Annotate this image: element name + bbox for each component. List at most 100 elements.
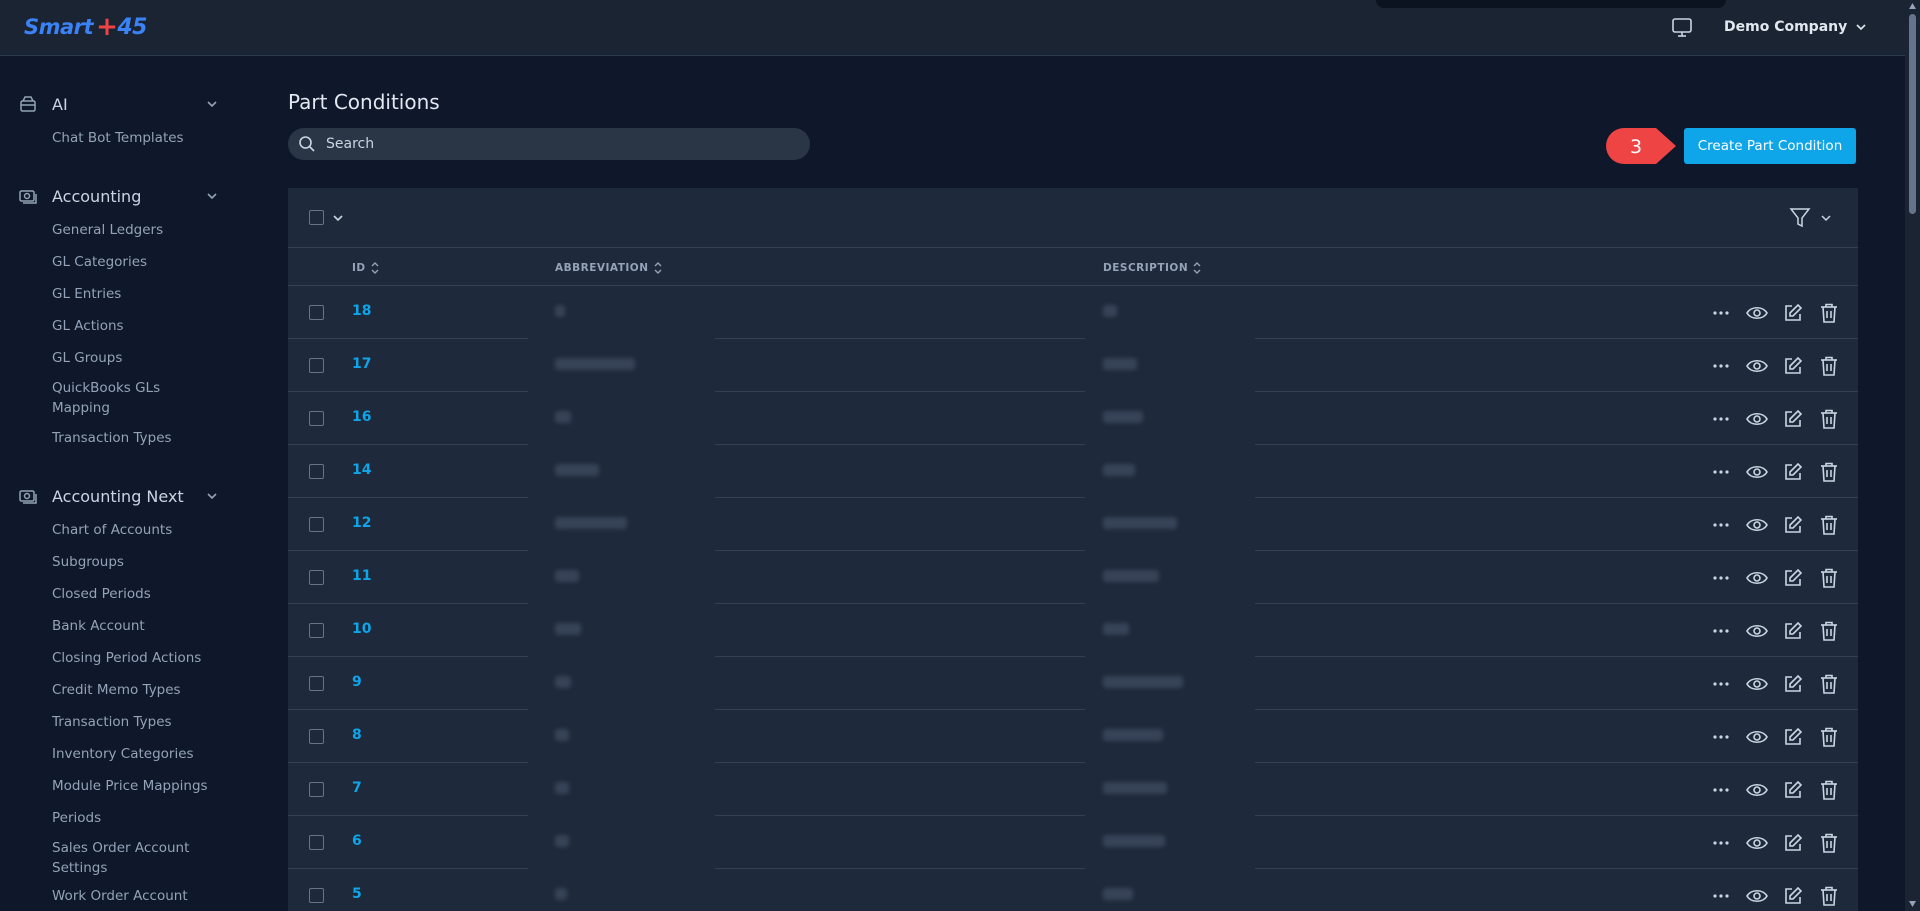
select-all-checkbox[interactable] xyxy=(309,210,324,225)
view-button[interactable] xyxy=(1744,406,1770,432)
row-id-link[interactable]: 7 xyxy=(352,780,362,796)
delete-button[interactable] xyxy=(1816,459,1842,485)
sidebar-item-work-order-account[interactable]: Work Order Account xyxy=(52,886,222,906)
sidebar-section-ai[interactable]: AI xyxy=(18,94,218,114)
more-actions-button[interactable] xyxy=(1708,618,1734,644)
search-input[interactable] xyxy=(326,136,786,152)
view-button[interactable] xyxy=(1744,565,1770,591)
sidebar-item-sales-order-account-settings[interactable]: Sales Order Account Settings xyxy=(52,838,192,878)
row-id-link[interactable]: 14 xyxy=(352,462,371,478)
sidebar-item-gl-groups[interactable]: GL Groups xyxy=(52,348,212,368)
sidebar-item-quickbooks-gls-mapping[interactable]: QuickBooks GLs Mapping xyxy=(52,378,172,418)
row-id-link[interactable]: 16 xyxy=(352,409,371,425)
edit-button[interactable] xyxy=(1780,830,1806,856)
row-id-link[interactable]: 10 xyxy=(352,621,371,637)
edit-button[interactable] xyxy=(1780,565,1806,591)
sidebar-section-accounting-next[interactable]: Accounting Next xyxy=(18,486,218,506)
sidebar-item-chart-of-accounts[interactable]: Chart of Accounts xyxy=(52,520,212,540)
search-box[interactable] xyxy=(288,128,810,160)
row-checkbox[interactable] xyxy=(309,729,324,744)
row-id-link[interactable]: 17 xyxy=(352,356,371,372)
more-actions-button[interactable] xyxy=(1708,353,1734,379)
create-part-condition-button[interactable]: Create Part Condition xyxy=(1684,128,1856,164)
scroll-down-icon[interactable] xyxy=(1908,900,1917,908)
sidebar-item-gl-entries[interactable]: GL Entries xyxy=(52,284,212,304)
delete-button[interactable] xyxy=(1816,724,1842,750)
row-checkbox[interactable] xyxy=(309,570,324,585)
delete-button[interactable] xyxy=(1816,830,1842,856)
delete-button[interactable] xyxy=(1816,353,1842,379)
row-id-link[interactable]: 5 xyxy=(352,886,362,902)
row-id-link[interactable]: 18 xyxy=(352,303,371,319)
edit-button[interactable] xyxy=(1780,883,1806,909)
more-actions-button[interactable] xyxy=(1708,512,1734,538)
sidebar-item-bank-account[interactable]: Bank Account xyxy=(52,616,212,636)
edit-button[interactable] xyxy=(1780,724,1806,750)
edit-button[interactable] xyxy=(1780,777,1806,803)
sidebar-item-periods[interactable]: Periods xyxy=(52,808,212,828)
view-button[interactable] xyxy=(1744,300,1770,326)
view-button[interactable] xyxy=(1744,830,1770,856)
sidebar-item-transaction-types-next[interactable]: Transaction Types xyxy=(52,712,212,732)
column-header-id[interactable]: ID xyxy=(352,261,380,275)
sidebar-item-transaction-types[interactable]: Transaction Types xyxy=(52,428,212,448)
sidebar-item-general-ledgers[interactable]: General Ledgers xyxy=(52,220,212,240)
row-checkbox[interactable] xyxy=(309,358,324,373)
delete-button[interactable] xyxy=(1816,883,1842,909)
edit-button[interactable] xyxy=(1780,618,1806,644)
row-id-link[interactable]: 9 xyxy=(352,674,362,690)
app-logo[interactable]: Smart +45 xyxy=(24,12,147,42)
scrollbar-thumb[interactable] xyxy=(1909,14,1916,214)
sidebar-item-module-price-mappings[interactable]: Module Price Mappings xyxy=(52,776,227,796)
sidebar-item-gl-actions[interactable]: GL Actions xyxy=(52,316,212,336)
delete-button[interactable] xyxy=(1816,671,1842,697)
view-button[interactable] xyxy=(1744,353,1770,379)
row-id-link[interactable]: 6 xyxy=(352,833,362,849)
row-checkbox[interactable] xyxy=(309,517,324,532)
row-id-link[interactable]: 12 xyxy=(352,515,371,531)
more-actions-button[interactable] xyxy=(1708,671,1734,697)
view-button[interactable] xyxy=(1744,512,1770,538)
sidebar-item-inventory-categories[interactable]: Inventory Categories xyxy=(52,744,212,764)
row-checkbox[interactable] xyxy=(309,888,324,903)
view-button[interactable] xyxy=(1744,724,1770,750)
sidebar-item-gl-categories[interactable]: GL Categories xyxy=(52,252,212,272)
view-button[interactable] xyxy=(1744,671,1770,697)
edit-button[interactable] xyxy=(1780,300,1806,326)
delete-button[interactable] xyxy=(1816,618,1842,644)
more-actions-button[interactable] xyxy=(1708,777,1734,803)
delete-button[interactable] xyxy=(1816,777,1842,803)
column-header-description[interactable]: DESCRIPTION xyxy=(1103,261,1202,275)
row-id-link[interactable]: 8 xyxy=(352,727,362,743)
more-actions-button[interactable] xyxy=(1708,300,1734,326)
row-checkbox[interactable] xyxy=(309,782,324,797)
more-actions-button[interactable] xyxy=(1708,565,1734,591)
delete-button[interactable] xyxy=(1816,565,1842,591)
view-button[interactable] xyxy=(1744,459,1770,485)
row-id-link[interactable]: 11 xyxy=(352,568,371,584)
sidebar-item-subgroups[interactable]: Subgroups xyxy=(52,552,212,572)
column-header-abbreviation[interactable]: ABBREVIATION xyxy=(555,261,663,275)
scroll-up-icon[interactable] xyxy=(1908,2,1917,10)
company-selector[interactable]: Demo Company xyxy=(1724,19,1867,35)
edit-button[interactable] xyxy=(1780,671,1806,697)
edit-button[interactable] xyxy=(1780,406,1806,432)
more-actions-button[interactable] xyxy=(1708,406,1734,432)
row-checkbox[interactable] xyxy=(309,305,324,320)
more-actions-button[interactable] xyxy=(1708,459,1734,485)
sidebar-section-accounting[interactable]: Accounting xyxy=(18,186,218,206)
view-button[interactable] xyxy=(1744,618,1770,644)
delete-button[interactable] xyxy=(1816,512,1842,538)
page-scrollbar[interactable] xyxy=(1905,0,1920,911)
row-checkbox[interactable] xyxy=(309,835,324,850)
more-actions-button[interactable] xyxy=(1708,883,1734,909)
more-actions-button[interactable] xyxy=(1708,724,1734,750)
row-checkbox[interactable] xyxy=(309,464,324,479)
delete-button[interactable] xyxy=(1816,406,1842,432)
monitor-icon[interactable] xyxy=(1670,17,1694,39)
row-checkbox[interactable] xyxy=(309,623,324,638)
edit-button[interactable] xyxy=(1780,353,1806,379)
row-checkbox[interactable] xyxy=(309,411,324,426)
view-button[interactable] xyxy=(1744,777,1770,803)
chevron-down-icon[interactable] xyxy=(332,212,344,224)
